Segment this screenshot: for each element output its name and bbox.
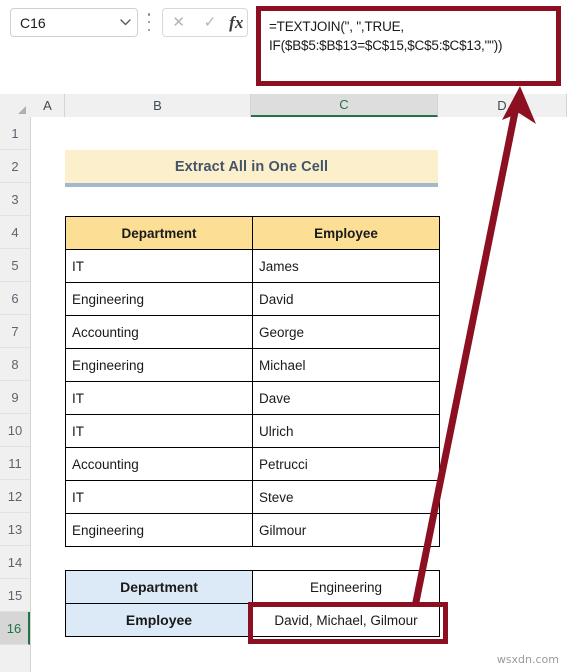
- chevron-down-icon[interactable]: [113, 19, 137, 26]
- spreadsheet-grid[interactable]: Extract All in One Cell Department Emplo…: [31, 117, 567, 672]
- name-box[interactable]: C16: [10, 8, 138, 37]
- column-header-c[interactable]: C: [251, 94, 438, 117]
- result-value-employee[interactable]: David, Michael, Gilmour: [252, 603, 440, 637]
- result-label-department[interactable]: Department: [65, 570, 253, 604]
- cell-department[interactable]: IT: [65, 249, 253, 283]
- formula-input-highlighted[interactable]: =TEXTJOIN(", ",TRUE, IF($B$5:$B$13=$C$15…: [256, 6, 561, 86]
- row-header-12[interactable]: 12: [0, 480, 30, 513]
- row-header-4[interactable]: 4: [0, 216, 30, 249]
- column-header-b[interactable]: B: [65, 94, 251, 117]
- cell-employee[interactable]: Dave: [252, 381, 440, 415]
- row-header-10[interactable]: 10: [0, 414, 30, 447]
- result-row: Employee David, Michael, Gilmour: [65, 603, 440, 637]
- cell-employee[interactable]: James: [252, 249, 440, 283]
- result-value-department[interactable]: Engineering: [252, 570, 440, 604]
- column-header-row: ABCD: [0, 94, 567, 118]
- cell-department[interactable]: IT: [65, 414, 253, 448]
- cell-employee[interactable]: Steve: [252, 480, 440, 514]
- formula-actions-group: ✕ ✓ fx: [162, 8, 248, 37]
- formula-text: =TEXTJOIN(", ",TRUE, IF($B$5:$B$13=$C$15…: [269, 19, 503, 53]
- table-row: IT James: [65, 249, 440, 283]
- table-header-row: Department Employee: [65, 216, 440, 250]
- table-row: Accounting Petrucci: [65, 447, 440, 481]
- employee-table: Department Employee IT James Engineering Da…: [65, 216, 440, 547]
- row-header-16[interactable]: 16: [0, 612, 30, 645]
- row-header-5[interactable]: 5: [0, 249, 30, 282]
- table-row: Engineering Gilmour: [65, 513, 440, 547]
- column-header-employee: Employee: [252, 216, 440, 250]
- result-table: Department Engineering Employee David, Mich…: [65, 570, 440, 637]
- row-header-6[interactable]: 6: [0, 282, 30, 315]
- cell-department[interactable]: Accounting: [65, 447, 253, 481]
- row-header-1[interactable]: 1: [0, 117, 30, 150]
- result-label-employee[interactable]: Employee: [65, 603, 253, 637]
- table-row: Accounting George: [65, 315, 440, 349]
- cancel-icon[interactable]: ✕: [167, 15, 191, 30]
- row-header-14[interactable]: 14: [0, 546, 30, 579]
- row-header-9[interactable]: 9: [0, 381, 30, 414]
- cell-department[interactable]: IT: [65, 381, 253, 415]
- row-header-3[interactable]: 3: [0, 183, 30, 216]
- formula-bar-strip: C16 ✕ ✓ fx =TEXTJOIN(", ",TRUE, IF($B$5:…: [0, 0, 567, 94]
- cell-department[interactable]: Engineering: [65, 513, 253, 547]
- column-header-department: Department: [65, 216, 253, 250]
- row-header-8[interactable]: 8: [0, 348, 30, 381]
- row-header-11[interactable]: 11: [0, 447, 30, 480]
- row-header-13[interactable]: 13: [0, 513, 30, 546]
- title-banner: Extract All in One Cell: [65, 150, 438, 183]
- cell-employee[interactable]: David: [252, 282, 440, 316]
- row-header-15[interactable]: 15: [0, 579, 30, 612]
- column-header-a[interactable]: A: [31, 94, 65, 117]
- table-row: Engineering David: [65, 282, 440, 316]
- result-row: Department Engineering: [65, 570, 440, 604]
- row-header-2[interactable]: 2: [0, 150, 30, 183]
- table-row: Engineering Michael: [65, 348, 440, 382]
- table-row: IT Ulrich: [65, 414, 440, 448]
- name-box-value: C16: [20, 14, 46, 31]
- cell-employee[interactable]: Ulrich: [252, 414, 440, 448]
- title-underline: [65, 183, 438, 187]
- cell-department[interactable]: Engineering: [65, 282, 253, 316]
- cell-department[interactable]: Engineering: [65, 348, 253, 382]
- more-options-icon[interactable]: [146, 13, 152, 31]
- cell-employee[interactable]: Petrucci: [252, 447, 440, 481]
- page-title: Extract All in One Cell: [174, 158, 329, 175]
- row-header-7[interactable]: 7: [0, 315, 30, 348]
- cell-department[interactable]: IT: [65, 480, 253, 514]
- cell-employee[interactable]: George: [252, 315, 440, 349]
- table-row: IT Dave: [65, 381, 440, 415]
- column-header-d[interactable]: D: [438, 94, 567, 117]
- row-header-column: 1 2 3 4 5 6 7 8 9 10 11 12 13 14 15 16: [0, 117, 31, 672]
- select-all-corner[interactable]: [0, 94, 30, 117]
- confirm-icon[interactable]: ✓: [198, 15, 222, 30]
- watermark: wsxdn.com: [496, 653, 559, 666]
- cell-department[interactable]: Accounting: [65, 315, 253, 349]
- cell-employee[interactable]: Gilmour: [252, 513, 440, 547]
- cell-employee[interactable]: Michael: [252, 348, 440, 382]
- insert-function-icon[interactable]: fx: [229, 13, 243, 33]
- table-row: IT Steve: [65, 480, 440, 514]
